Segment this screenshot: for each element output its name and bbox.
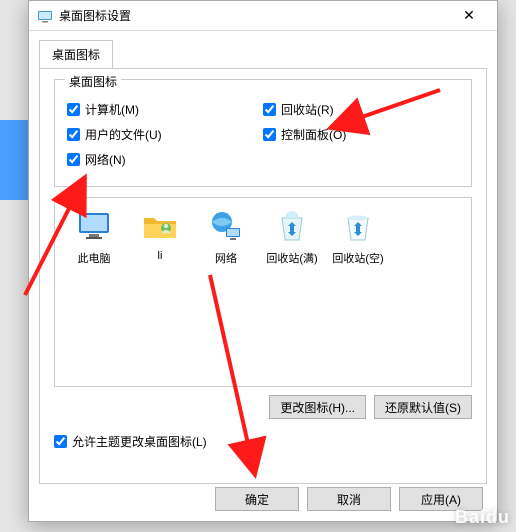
tab-desktop-icons[interactable]: 桌面图标	[39, 40, 113, 69]
checkbox-allow-themes[interactable]: 允许主题更改桌面图标(L)	[54, 433, 472, 450]
icon-item-network[interactable]: 网络	[193, 208, 259, 266]
icon-label: li	[127, 250, 193, 262]
restore-defaults-button[interactable]: 还原默认值(S)	[374, 395, 472, 419]
dialog-button-row: 确定 取消 应用(A)	[215, 487, 483, 511]
desktop-icon-settings-dialog: 桌面图标设置 ✕ 桌面图标 桌面图标 计算机(M)	[28, 0, 498, 522]
checkbox-computer-input[interactable]	[67, 103, 80, 116]
icon-label: 网络	[193, 250, 259, 266]
fieldset-desktop-icons: 桌面图标 计算机(M) 回收站(R)	[54, 79, 472, 187]
app-icon	[37, 8, 53, 24]
cancel-button[interactable]: 取消	[307, 487, 391, 511]
network-icon	[208, 208, 244, 244]
close-icon: ✕	[463, 7, 475, 24]
icon-item-user[interactable]: li	[127, 208, 193, 262]
checkbox-network-input[interactable]	[67, 153, 80, 166]
icon-item-this-pc[interactable]: 此电脑	[61, 208, 127, 266]
icon-button-row: 更改图标(H)... 还原默认值(S)	[54, 395, 472, 419]
watermark: Baidu	[455, 507, 510, 528]
user-folder-icon	[142, 208, 178, 244]
change-icon-button[interactable]: 更改图标(H)...	[269, 395, 366, 419]
tab-content: 桌面图标 计算机(M) 回收站(R)	[39, 68, 487, 484]
background-highlight	[0, 120, 30, 200]
icon-label: 此电脑	[61, 250, 127, 266]
icon-preview-box: 此电脑 li 网络 回	[54, 197, 472, 387]
monitor-icon	[76, 208, 112, 244]
icon-item-recycle-empty[interactable]: 回收站(空)	[325, 208, 391, 266]
checkbox-network[interactable]: 网络(N)	[67, 151, 263, 168]
ok-button[interactable]: 确定	[215, 487, 299, 511]
checkbox-recycle-bin-input[interactable]	[263, 103, 276, 116]
checkbox-computer[interactable]: 计算机(M)	[67, 101, 263, 118]
checkbox-control-panel-input[interactable]	[263, 128, 276, 141]
icon-label: 回收站(满)	[259, 250, 325, 266]
close-button[interactable]: ✕	[449, 2, 489, 30]
recycle-full-icon	[274, 208, 310, 244]
window-title: 桌面图标设置	[59, 7, 449, 24]
checkbox-user-files-input[interactable]	[67, 128, 80, 141]
checkbox-allow-themes-input[interactable]	[54, 435, 67, 448]
tab-area: 桌面图标 桌面图标 计算机(M)	[29, 31, 497, 484]
checkbox-control-panel[interactable]: 控制面板(O)	[263, 126, 459, 143]
fieldset-legend: 桌面图标	[65, 73, 121, 90]
checkbox-user-files[interactable]: 用户的文件(U)	[67, 126, 263, 143]
icon-label: 回收站(空)	[325, 250, 391, 266]
titlebar: 桌面图标设置 ✕	[29, 1, 497, 31]
icon-item-recycle-full[interactable]: 回收站(满)	[259, 208, 325, 266]
checkbox-recycle-bin[interactable]: 回收站(R)	[263, 101, 459, 118]
recycle-empty-icon	[340, 208, 376, 244]
